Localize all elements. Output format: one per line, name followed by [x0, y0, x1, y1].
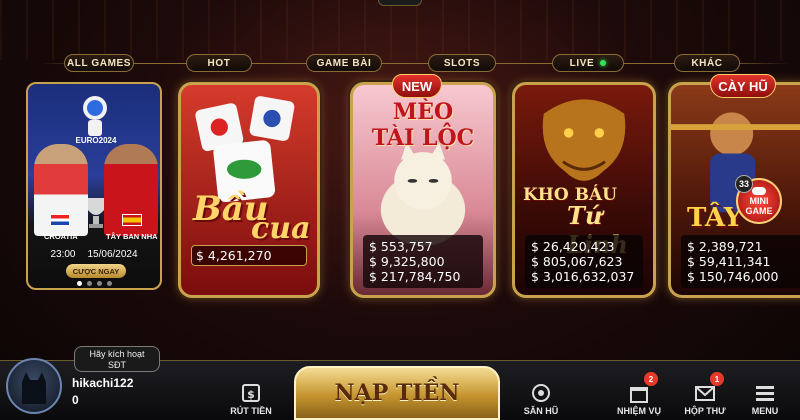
tab-all-games[interactable]: ALL GAMES — [64, 54, 134, 72]
mini-game-label-1: MINI — [749, 196, 769, 206]
menu-label: MENU — [751, 406, 779, 416]
carousel-dots — [28, 281, 160, 286]
jackpot-value: $ 9,325,800 — [369, 254, 445, 269]
match-date: 15/06/2024 — [87, 249, 138, 260]
euro-trophy-logo-icon — [83, 96, 107, 136]
jackpot-value: $ 2,389,721 — [687, 239, 763, 254]
tab-live[interactable]: LIVE — [552, 54, 624, 72]
carousel-dot[interactable] — [106, 281, 112, 286]
tab-hot[interactable]: HOT — [186, 54, 252, 72]
inbox-badge: 1 — [710, 372, 724, 386]
game-card-bau-cua[interactable]: Bầu cua $ 4,261,270 — [178, 82, 320, 298]
jackpot-value: $ 4,261,270 — [196, 248, 272, 263]
deposit-button[interactable]: NẠP TIỀN — [294, 366, 500, 420]
jackpot-value: $ 3,016,632,037 — [531, 269, 635, 284]
menu-button[interactable]: MENU — [730, 372, 800, 416]
tay-du-title: TÂY — [687, 203, 743, 233]
withdraw-label: RÚT TIỀN — [230, 406, 272, 416]
avatar[interactable] — [6, 358, 62, 414]
croatia-flag-icon — [50, 214, 70, 226]
spain-flag-icon — [122, 214, 142, 226]
tab-label: SLOTS — [443, 57, 481, 69]
jackpot-value: $ 217,784,750 — [369, 269, 461, 284]
kyc-line-2: SĐT — [108, 360, 126, 370]
balance: 0 — [72, 393, 79, 407]
gamepad-icon — [752, 187, 766, 195]
missions-badge: 2 — [644, 372, 658, 386]
background-pattern — [0, 0, 800, 60]
game-card-tay-du[interactable]: TÂY $ 2,389,721 $ 59,411,341 $ 150,746,0… — [668, 82, 800, 298]
jackpot-value: $ 59,411,341 — [687, 254, 771, 269]
activate-phone-prompt[interactable]: Hãy kích hoạt SĐT — [74, 346, 160, 372]
jackpot-list: $ 553,757 $ 9,325,800 $ 217,784,750 — [363, 235, 483, 288]
inbox-label: HỘP THƯ — [684, 406, 726, 416]
jackpot-value: $ 553,757 — [369, 239, 433, 254]
mail-icon — [695, 386, 715, 401]
team-away: TÂY BAN NHA — [106, 232, 158, 241]
jackpot-value: $ 26,420,423 — [531, 239, 615, 254]
gift-icon — [630, 387, 648, 403]
jackpot-hunt-button[interactable]: SĂN HŨ — [506, 372, 576, 416]
kyc-line-1: Hãy kích hoạt — [89, 349, 145, 359]
tab-slots[interactable]: SLOTS — [428, 54, 496, 72]
jackpot-value: $ 150,746,000 — [687, 269, 779, 284]
bau-cua-title-2: cua — [251, 211, 311, 246]
meo-tai-loc-title-1: MÈO — [392, 99, 454, 125]
meo-tai-loc-title-2: TÀI LỘC — [371, 125, 475, 151]
carousel-dot[interactable] — [96, 281, 102, 286]
match-time: 23:00 — [50, 249, 76, 260]
cay-hu-badge: CÀY HŨ — [710, 74, 776, 98]
tab-label: GAME BÀI — [316, 57, 372, 69]
withdraw-button[interactable]: $ RÚT TIỀN — [216, 372, 286, 416]
tab-label: ALL GAMES — [66, 57, 132, 69]
euro-logo-text: EURO2024 — [75, 136, 117, 145]
missions-label: NHIỆM VỤ — [616, 406, 661, 416]
batman-avatar-icon — [22, 372, 46, 404]
tab-khac[interactable]: KHÁC — [674, 54, 740, 72]
jackpot-hunt-label: SĂN HŨ — [523, 406, 559, 416]
tab-game-bai[interactable]: GAME BÀI — [306, 54, 382, 72]
new-badge: NEW — [392, 74, 442, 98]
carousel-dot[interactable] — [76, 281, 82, 286]
jackpot-value: $ 805,067,623 — [531, 254, 623, 269]
tab-label: KHÁC — [691, 57, 723, 69]
match-datetime: 23:00 15/06/2024 — [28, 249, 160, 260]
game-card-meo-tai-loc[interactable]: MÈO TÀI LỘC $ 553,757 $ 9,325,800 $ 217,… — [350, 82, 496, 298]
missions-button[interactable]: NHIỆM VỤ — [604, 372, 674, 416]
tab-label: LIVE — [569, 57, 595, 69]
mini-game-label-2: GAME — [745, 206, 773, 216]
top-notch — [378, 0, 422, 6]
carousel-dot[interactable] — [86, 281, 92, 286]
jackpot-list: $ 2,389,721 $ 59,411,341 $ 150,746,000 — [681, 235, 800, 288]
jackpot-list: $ 4,261,270 — [191, 245, 307, 266]
team-home: CROATIA — [44, 232, 78, 241]
live-indicator-icon — [600, 60, 607, 66]
mini-game-count-badge: 33 — [735, 175, 753, 193]
jackpot-list: $ 26,420,423 $ 805,067,623 $ 3,016,632,0… — [525, 235, 643, 288]
euro-promo-card[interactable]: EURO2024 CROATIA TÂY BAN NHA 23:00 15/06… — [26, 82, 162, 290]
jackpot-pot-icon — [532, 384, 550, 402]
withdraw-icon: $ — [242, 384, 260, 402]
tab-label: HOT — [207, 57, 231, 69]
trophy-icon — [88, 198, 104, 228]
game-card-kho-bau-tu-linh[interactable]: KHO BÁU Tứ Linh $ 26,420,423 $ 805,067,6… — [512, 82, 656, 298]
username: hikachi122 — [72, 376, 134, 390]
hamburger-menu-icon — [756, 386, 774, 401]
bet-now-button[interactable]: CƯỢC NGAY — [66, 264, 126, 278]
svg-text:$: $ — [247, 388, 255, 401]
